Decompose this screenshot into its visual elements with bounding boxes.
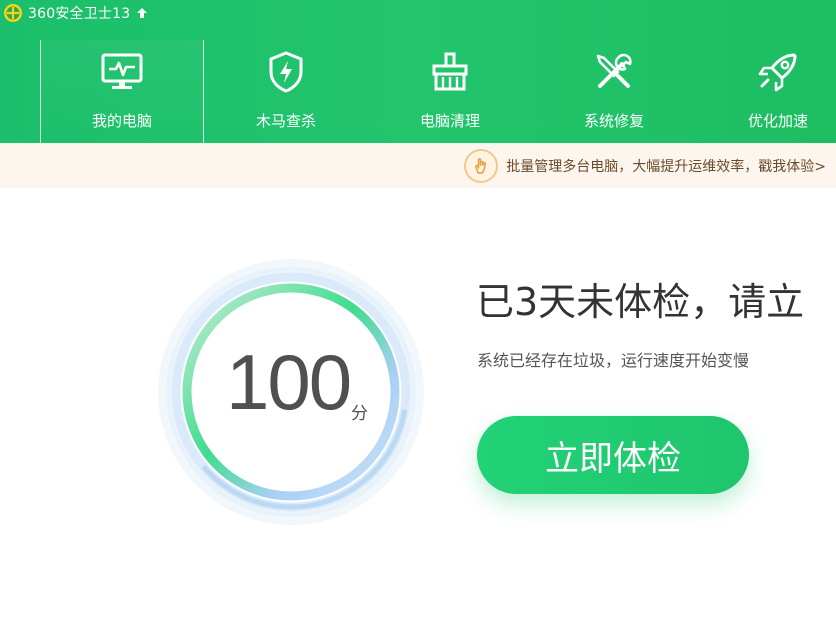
header: 360安全卫士13 我的电脑 木马查杀 电脑清理 系统修复 优化加速 xyxy=(0,0,836,143)
rocket-icon xyxy=(756,50,800,94)
title-bar: 360安全卫士13 xyxy=(0,0,148,26)
app-title: 360安全卫士13 xyxy=(28,6,131,22)
hand-pointer-icon xyxy=(464,148,499,183)
nav-item-system-repair[interactable]: 系统修复 xyxy=(532,40,696,143)
shield-bolt-icon xyxy=(266,50,306,94)
broom-icon xyxy=(428,50,472,94)
promo-link[interactable]: 批量管理多台电脑，大幅提升运维效率，戳我体验> xyxy=(464,148,826,183)
upgrade-arrow-icon[interactable] xyxy=(136,7,148,19)
nav-item-my-computer[interactable]: 我的电脑 xyxy=(40,40,204,143)
score-value: 100 xyxy=(226,338,352,426)
nav-label: 系统修复 xyxy=(583,112,644,130)
nav-item-trojan-scan[interactable]: 木马查杀 xyxy=(204,40,368,143)
score-unit: 分 xyxy=(351,404,368,424)
monitor-pulse-icon xyxy=(100,50,144,94)
nav-label: 优化加速 xyxy=(747,112,808,130)
promo-text: 批量管理多台电脑，大幅提升运维效率，戳我体验> xyxy=(506,158,826,175)
nav-item-pc-cleanup[interactable]: 电脑清理 xyxy=(368,40,532,143)
status-headline: 已3天未体检，请立 xyxy=(476,280,805,324)
promo-bar: 批量管理多台电脑，大幅提升运维效率，戳我体验> xyxy=(0,143,836,188)
nav-item-speed-up[interactable]: 优化加速 xyxy=(696,40,836,143)
app-logo-icon xyxy=(3,3,23,23)
nav-label: 电脑清理 xyxy=(419,112,480,130)
nav-label: 木马查杀 xyxy=(255,112,316,130)
main-nav: 我的电脑 木马查杀 电脑清理 系统修复 优化加速 xyxy=(40,40,836,143)
wrench-screwdriver-icon xyxy=(592,50,636,94)
status-subline: 系统已经存在垃圾，运行速度开始变慢 xyxy=(477,351,750,370)
check-now-button[interactable]: 立即体检 xyxy=(477,416,749,494)
nav-label: 我的电脑 xyxy=(91,112,152,130)
